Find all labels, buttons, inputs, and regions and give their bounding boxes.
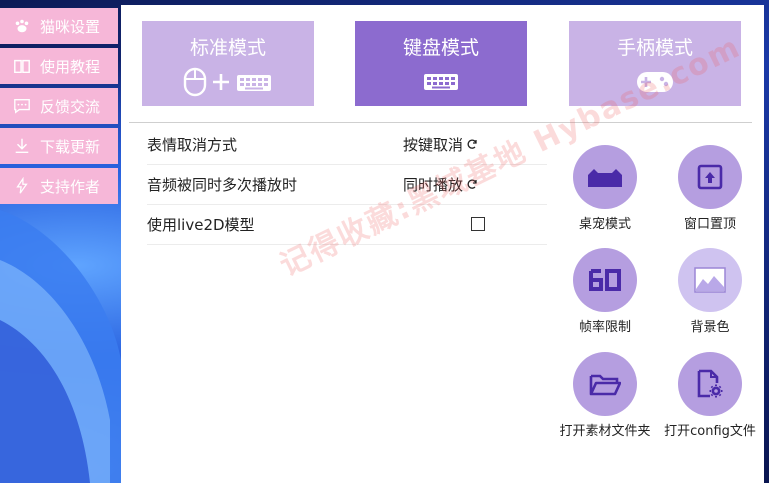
fps-60-icon xyxy=(573,248,637,312)
open-assets-folder-button[interactable]: 打开素材文件夹 xyxy=(555,352,655,439)
side-menu: 猫咪设置 使用教程 反馈交流 下载更新 支持作者 xyxy=(0,8,118,208)
mode-label: 标准模式 xyxy=(189,37,266,59)
window-pin-top-button[interactable]: 窗口置顶 xyxy=(660,145,760,232)
open-config-file-button[interactable]: 打开config文件 xyxy=(660,352,760,439)
lightning-icon xyxy=(12,176,32,196)
live2d-checkbox[interactable] xyxy=(471,217,485,231)
side-item-cat-settings[interactable]: 猫咪设置 xyxy=(0,8,118,44)
mouse-plus-keyboard-icon xyxy=(183,66,273,98)
desktop-pet-icon xyxy=(573,145,637,209)
tool-label: 帧率限制 xyxy=(578,320,631,335)
side-item-label: 反馈交流 xyxy=(40,97,101,116)
frame-rate-limit-button[interactable]: 帧率限制 xyxy=(555,248,655,335)
side-item-label: 支持作者 xyxy=(40,177,101,196)
background-color-button[interactable]: 背景色 xyxy=(660,248,760,335)
setting-label: 表情取消方式 xyxy=(147,135,238,154)
tool-label: 打开素材文件夹 xyxy=(559,424,651,439)
side-item-download-update[interactable]: 下载更新 xyxy=(0,128,118,164)
mode-label: 键盘模式 xyxy=(402,37,479,59)
divider xyxy=(129,122,752,123)
tool-label: 打开config文件 xyxy=(664,424,756,439)
tool-label: 桌宠模式 xyxy=(578,217,631,232)
side-item-tutorial[interactable]: 使用教程 xyxy=(0,48,118,84)
keyboard-icon xyxy=(423,66,459,98)
side-item-label: 下载更新 xyxy=(40,137,101,156)
folder-open-icon xyxy=(573,352,637,416)
pin-top-icon xyxy=(678,145,742,209)
side-item-feedback[interactable]: 反馈交流 xyxy=(0,88,118,124)
chat-icon xyxy=(12,96,32,116)
download-icon xyxy=(12,136,32,156)
desktop-pet-mode-button[interactable]: 桌宠模式 xyxy=(555,145,655,232)
background-image-icon xyxy=(678,248,742,312)
side-item-support-author[interactable]: 支持作者 xyxy=(0,168,118,204)
book-icon xyxy=(12,56,32,76)
side-item-label: 猫咪设置 xyxy=(40,17,101,36)
settings-panel: 标准模式 键盘模式 手柄模式 表情取消方式 按键取消 音频被同时多次播放时 同时… xyxy=(121,5,764,483)
config-file-icon xyxy=(678,352,742,416)
mode-card-standard[interactable]: 标准模式 xyxy=(142,21,314,106)
tool-label: 窗口置顶 xyxy=(683,217,736,232)
tool-label: 背景色 xyxy=(690,320,730,335)
paw-icon xyxy=(12,16,32,36)
setting-value: 按键取消 xyxy=(403,135,464,154)
setting-label: 音频被同时多次播放时 xyxy=(147,175,298,194)
side-item-label: 使用教程 xyxy=(40,57,101,76)
mode-card-keyboard[interactable]: 键盘模式 xyxy=(355,21,527,106)
